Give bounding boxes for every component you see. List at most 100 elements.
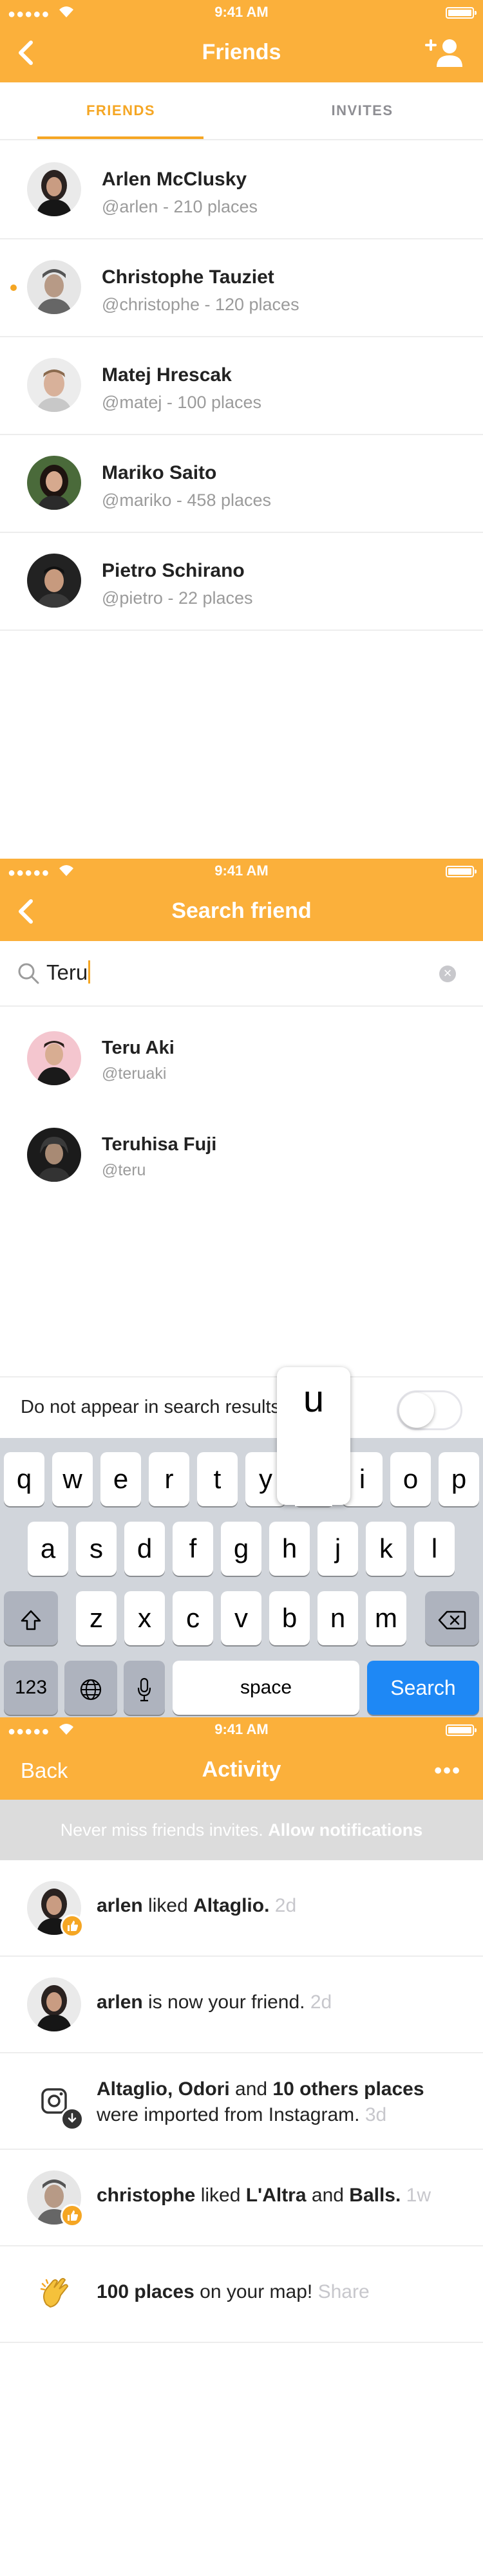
key-d[interactable]: d (124, 1522, 165, 1576)
key-preview-letter: u (303, 1378, 325, 1420)
globe-key[interactable] (64, 1661, 117, 1715)
friend-row[interactable]: Matej Hrescak @matej - 100 places (0, 336, 483, 435)
key-s[interactable]: s (76, 1522, 117, 1576)
key-a[interactable]: a (28, 1522, 68, 1576)
status-time: 9:41 AM (214, 4, 269, 20)
search-input-value: Teru (46, 960, 88, 984)
more-options-icon[interactable]: ••• (434, 1759, 461, 1784)
key-m[interactable]: m (366, 1591, 406, 1645)
key-k[interactable]: k (366, 1522, 406, 1576)
friend-row[interactable]: Christophe Tauziet @christophe - 120 pla… (0, 238, 483, 337)
numbers-key[interactable]: 123 (4, 1661, 58, 1715)
key-r[interactable]: r (149, 1452, 189, 1506)
add-friend-icon[interactable] (425, 37, 464, 68)
unread-dot (10, 285, 17, 291)
friend-row[interactable]: Pietro Schirano @pietro - 22 places (0, 532, 483, 631)
globe-icon (80, 1679, 102, 1701)
activity-item[interactable]: christophe liked L'Altra and Balls. 1w (0, 2150, 483, 2246)
activity-item[interactable]: arlen liked Altaglio. 2d (0, 1860, 483, 1957)
status-time: 9:41 AM (214, 1721, 269, 1737)
key-o[interactable]: o (390, 1452, 431, 1506)
avatar (27, 1977, 81, 2031)
like-badge-icon (61, 2204, 84, 2227)
activity-text: arlen is now your friend. 2d (97, 1992, 332, 2013)
status-bar: ●●●●● 9:41 AM (0, 1717, 483, 1743)
dictation-key[interactable] (124, 1661, 165, 1715)
like-badge-icon (61, 1914, 84, 1937)
avatar (27, 456, 81, 510)
friend-handle: @pietro - 22 places (102, 588, 253, 608)
download-badge-icon (61, 2107, 84, 2131)
friend-handle: @teruaki (102, 1065, 167, 1083)
activity-text: arlen liked Altaglio. 2d (97, 1895, 297, 1916)
activity-time: 3d (365, 2104, 387, 2125)
friend-handle: @arlen - 210 places (102, 197, 258, 216)
text-caret (88, 960, 91, 984)
friend-name: Teru Aki (102, 1038, 175, 1058)
hide-from-search-toggle[interactable] (397, 1390, 462, 1430)
key-l[interactable]: l (414, 1522, 455, 1576)
search-result-row[interactable]: Teru Aki @teruaki (0, 1007, 483, 1103)
friend-row[interactable]: Arlen McClusky @arlen - 210 places (0, 140, 483, 239)
friend-name: Mariko Saito (102, 462, 217, 483)
key-q[interactable]: q (4, 1452, 44, 1506)
key-n[interactable]: n (317, 1591, 358, 1645)
status-time: 9:41 AM (214, 863, 269, 879)
activity-time: 1w (406, 2185, 431, 2206)
activity-item[interactable]: Altaglio, Odori and 10 others places were… (0, 2053, 483, 2150)
page-title: Search friend (171, 899, 312, 923)
friend-name: Christophe Tauziet (102, 266, 274, 288)
friend-handle: @matej - 100 places (102, 393, 262, 412)
share-link[interactable]: Share (318, 2281, 370, 2302)
space-key[interactable]: space (173, 1661, 359, 1715)
key-f[interactable]: f (173, 1522, 213, 1576)
friends-navbar: ●●●●● 9:41 AM Friends (0, 0, 483, 82)
search-key[interactable]: Search (367, 1661, 479, 1715)
friend-row[interactable]: Mariko Saito @mariko - 458 places (0, 434, 483, 533)
key-w[interactable]: w (52, 1452, 93, 1506)
activity-navbar: ●●●●● 9:41 AM Back Activity ••• (0, 1717, 483, 1800)
activity-item[interactable]: 100 places on your map! Share (0, 2246, 483, 2343)
search-result-row[interactable]: Teruhisa Fuji @teru (0, 1103, 483, 1200)
avatar (27, 1128, 81, 1182)
search-navbar: ●●●●● 9:41 AM Search friend (0, 859, 483, 941)
battery-icon (446, 7, 477, 19)
tab-friends[interactable]: FRIENDS (0, 82, 242, 139)
search-privacy-row: Do not appear in search results (0, 1376, 483, 1439)
avatar (27, 358, 81, 412)
page-title: Activity (202, 1757, 281, 1782)
tab-invites[interactable]: INVITES (242, 82, 483, 139)
friend-name: Matej Hrescak (102, 364, 232, 386)
shift-key[interactable] (4, 1591, 58, 1645)
key-v[interactable]: v (221, 1591, 261, 1645)
key-z[interactable]: z (76, 1591, 117, 1645)
backspace-key[interactable] (425, 1591, 479, 1645)
key-c[interactable]: c (173, 1591, 213, 1645)
key-e[interactable]: e (100, 1452, 141, 1506)
active-tab-indicator (37, 136, 204, 139)
page-title: Friends (202, 40, 281, 64)
search-input[interactable]: Teru (46, 960, 91, 985)
friends-tabs: FRIENDS INVITES (0, 82, 483, 140)
clapping-hands-icon (27, 2267, 81, 2321)
backspace-icon (438, 1610, 466, 1630)
friend-handle: @teru (102, 1161, 146, 1179)
friend-name: Arlen McClusky (102, 169, 247, 190)
activity-text: 100 places on your map! Share (97, 2281, 370, 2302)
search-bar: Teru × (0, 941, 483, 1007)
key-h[interactable]: h (269, 1522, 310, 1576)
avatar (27, 162, 81, 216)
activity-text: christophe liked L'Altra and Balls. 1w (97, 2185, 431, 2206)
key-x[interactable]: x (124, 1591, 165, 1645)
friend-handle: @christophe - 120 places (102, 295, 299, 314)
key-g[interactable]: g (221, 1522, 261, 1576)
key-j[interactable]: j (317, 1522, 358, 1576)
notifications-banner[interactable]: Never miss friends invites. Allow notifi… (0, 1800, 483, 1860)
key-p[interactable]: p (439, 1452, 479, 1506)
friend-name: Pietro Schirano (102, 560, 245, 581)
clear-search-icon[interactable]: × (439, 965, 456, 982)
key-b[interactable]: b (269, 1591, 310, 1645)
allow-notifications-link[interactable]: Allow notifications (268, 1820, 422, 1840)
activity-item[interactable]: arlen is now your friend. 2d (0, 1957, 483, 2053)
key-t[interactable]: t (197, 1452, 238, 1506)
